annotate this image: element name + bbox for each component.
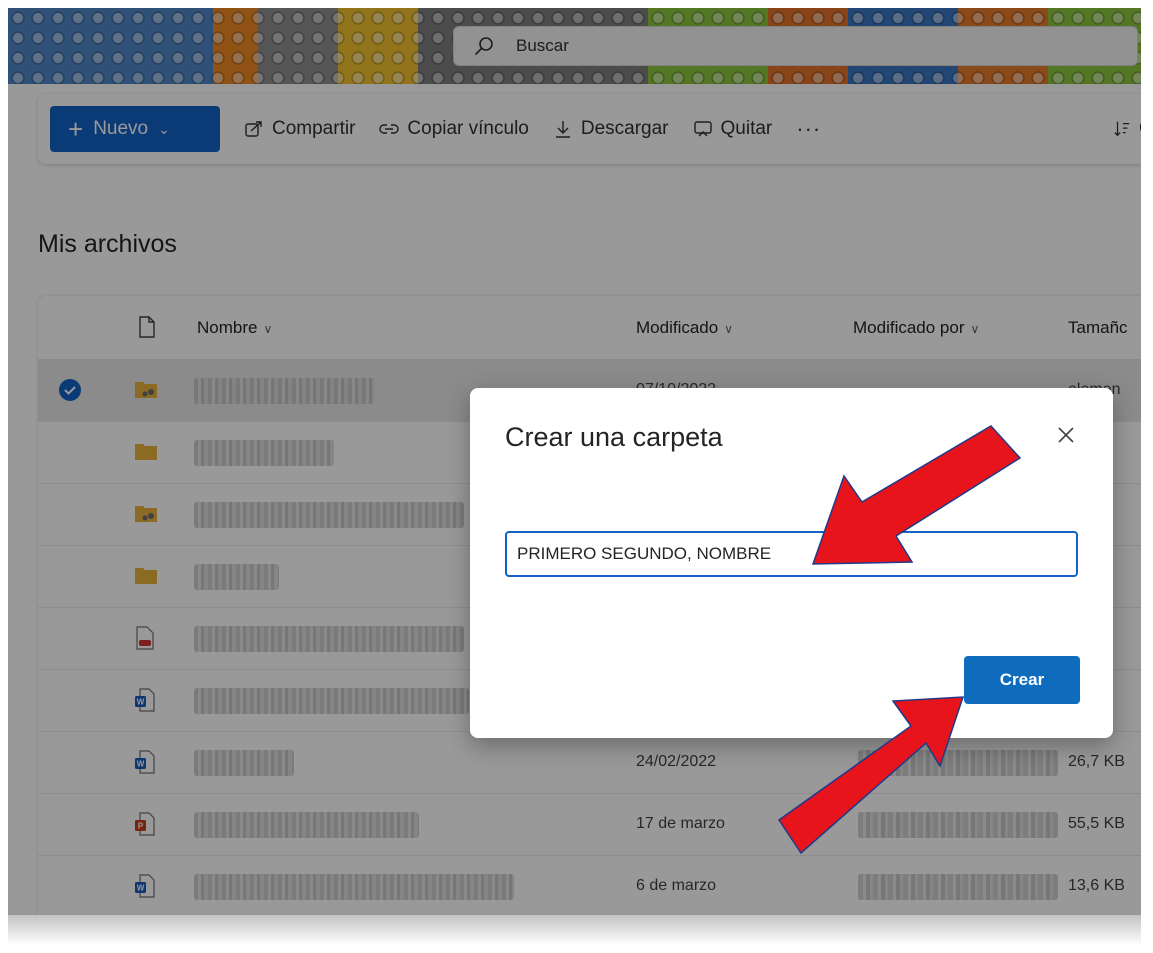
folder-name-input[interactable] — [505, 531, 1078, 577]
create-folder-dialog: Crear una carpeta Crear — [470, 388, 1113, 738]
close-icon[interactable] — [1055, 424, 1077, 446]
create-button[interactable]: Crear — [964, 656, 1080, 704]
frame-shadow — [8, 915, 1141, 945]
dialog-title: Crear una carpeta — [505, 422, 723, 452]
app-window: Buscar + Nuevo ⌄ Compartir Copiar víncul… — [8, 8, 1141, 915]
